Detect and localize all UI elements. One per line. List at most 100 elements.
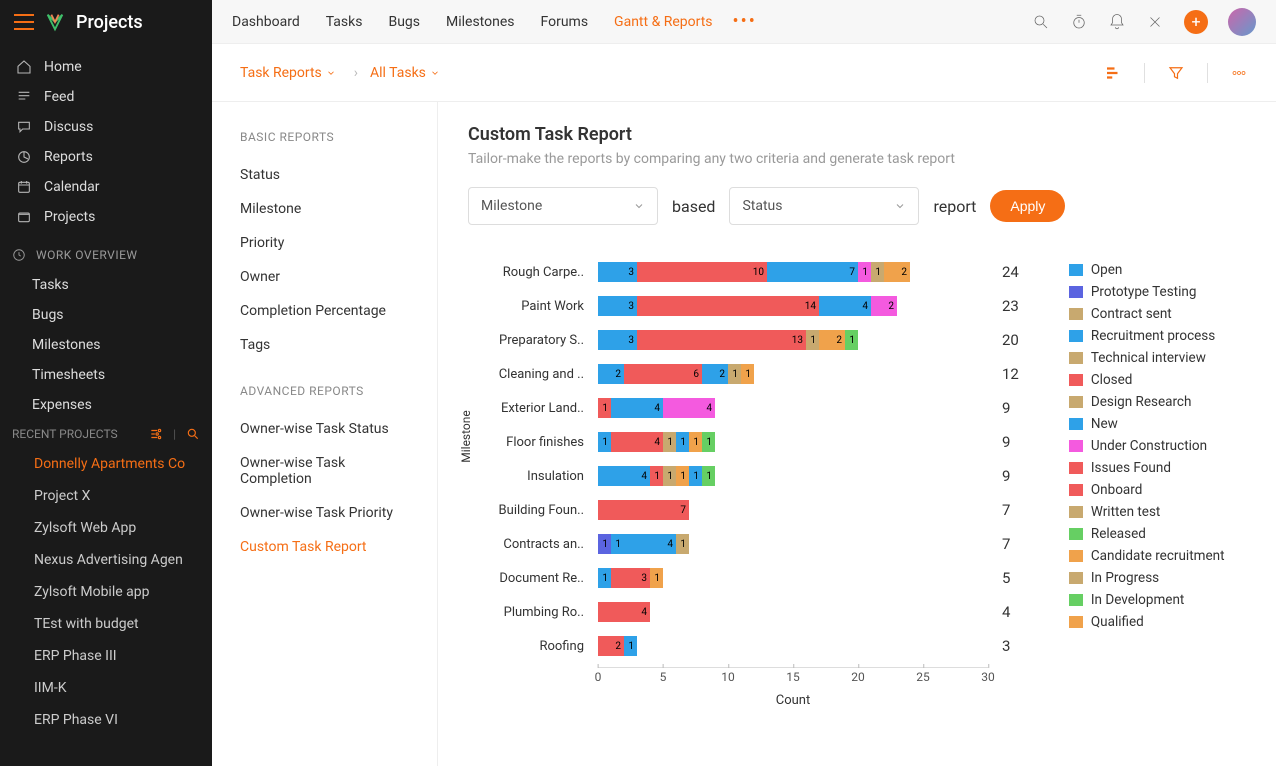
add-button[interactable]: + — [1184, 10, 1208, 34]
report-type-item[interactable]: Milestone — [240, 192, 409, 226]
sidebar-item-home[interactable]: Home — [0, 52, 212, 82]
sidebar-item-projects[interactable]: Projects — [0, 202, 212, 232]
recent-project-item[interactable]: TEst with budget — [0, 608, 212, 640]
chart-segment[interactable]: 1 — [663, 432, 676, 452]
chart-segment[interactable]: 4 — [598, 466, 650, 486]
recent-project-item[interactable]: Donnelly Apartments Co — [0, 448, 212, 480]
chart-segment[interactable]: 1 — [702, 466, 715, 486]
chart-segment[interactable]: 13 — [637, 330, 806, 350]
legend-item[interactable]: Prototype Testing — [1069, 281, 1225, 303]
more-icon[interactable]: ••• — [733, 11, 757, 32]
chart-segment[interactable]: 2 — [598, 364, 624, 384]
legend-item[interactable]: New — [1069, 413, 1225, 435]
breadcrumb-all-tasks[interactable]: All Tasks — [370, 65, 440, 81]
bell-icon[interactable] — [1108, 13, 1126, 31]
hamburger-icon[interactable] — [14, 14, 34, 30]
recent-project-item[interactable]: ERP Phase VI — [0, 704, 212, 736]
chart-segment[interactable]: 1 — [663, 466, 676, 486]
chart-segment[interactable]: 2 — [702, 364, 728, 384]
report-type-item[interactable]: Owner-wise Task Priority — [240, 496, 409, 530]
legend-item[interactable]: Written test — [1069, 501, 1225, 523]
legend-item[interactable]: Qualified — [1069, 611, 1225, 633]
sidebar-item-bugs[interactable]: Bugs — [0, 300, 212, 330]
legend-item[interactable]: In Progress — [1069, 567, 1225, 589]
recent-project-item[interactable]: Zylsoft Web App — [0, 512, 212, 544]
chart-segment[interactable]: 1 — [676, 466, 689, 486]
legend-item[interactable]: Closed — [1069, 369, 1225, 391]
chart-segment[interactable]: 2 — [884, 262, 910, 282]
settings-icon[interactable] — [149, 427, 163, 441]
tab-tasks[interactable]: Tasks — [326, 14, 363, 30]
chart-segment[interactable]: 2 — [598, 636, 624, 656]
legend-item[interactable]: Under Construction — [1069, 435, 1225, 457]
tab-gantt-reports[interactable]: Gantt & Reports — [614, 14, 713, 30]
chart-segment[interactable]: 4 — [819, 296, 871, 316]
legend-item[interactable]: In Development — [1069, 589, 1225, 611]
chart-segment[interactable]: 3 — [598, 262, 637, 282]
chart-segment[interactable]: 1 — [676, 432, 689, 452]
legend-item[interactable]: Design Research — [1069, 391, 1225, 413]
chart-segment[interactable]: 1 — [728, 364, 741, 384]
criteria1-select[interactable]: Milestone — [468, 187, 658, 225]
chart-segment[interactable]: 4 — [663, 398, 715, 418]
chart-segment[interactable]: 4 — [598, 602, 650, 622]
chart-segment[interactable]: 14 — [637, 296, 819, 316]
apply-button[interactable]: Apply — [990, 190, 1065, 222]
recent-project-item[interactable]: IIM-K — [0, 672, 212, 704]
chart-segment[interactable]: 3 — [598, 296, 637, 316]
chart-segment[interactable]: 1 — [598, 432, 611, 452]
legend-item[interactable]: Issues Found — [1069, 457, 1225, 479]
tab-forums[interactable]: Forums — [541, 14, 589, 30]
search-icon[interactable] — [1032, 13, 1050, 31]
chart-segment[interactable]: 7 — [598, 500, 689, 520]
legend-item[interactable]: Technical interview — [1069, 347, 1225, 369]
chart-segment[interactable]: 7 — [767, 262, 858, 282]
avatar[interactable] — [1228, 8, 1256, 36]
recent-project-item[interactable]: Project X — [0, 480, 212, 512]
filter-icon[interactable] — [1167, 64, 1185, 82]
chart-segment[interactable]: 1 — [650, 466, 663, 486]
chart-segment[interactable]: 1 — [598, 534, 611, 554]
chart-segment[interactable]: 1 — [858, 262, 871, 282]
timer-icon[interactable] — [1070, 13, 1088, 31]
chart-segment[interactable]: 1 — [702, 432, 715, 452]
chart-segment[interactable]: 2 — [871, 296, 897, 316]
chart-segment[interactable]: 6 — [624, 364, 702, 384]
more-icon[interactable] — [1230, 64, 1248, 82]
tab-bugs[interactable]: Bugs — [388, 14, 420, 30]
report-type-item[interactable]: Priority — [240, 226, 409, 260]
chart-segment[interactable]: 3 — [611, 568, 650, 588]
sidebar-item-calendar[interactable]: Calendar — [0, 172, 212, 202]
chart-segment[interactable]: 1 — [689, 432, 702, 452]
report-type-item[interactable]: Status — [240, 158, 409, 192]
legend-item[interactable]: Released — [1069, 523, 1225, 545]
chart-segment[interactable]: 1 — [598, 568, 611, 588]
chart-segment[interactable]: 1 — [676, 534, 689, 554]
recent-project-item[interactable]: Zylsoft Mobile app — [0, 576, 212, 608]
report-type-item[interactable]: Tags — [240, 328, 409, 362]
recent-project-item[interactable]: ERP Phase III — [0, 640, 212, 672]
legend-item[interactable]: Recruitment process — [1069, 325, 1225, 347]
tab-milestones[interactable]: Milestones — [446, 14, 515, 30]
report-type-item[interactable]: Completion Percentage — [240, 294, 409, 328]
legend-item[interactable]: Open — [1069, 259, 1225, 281]
tools-icon[interactable] — [1146, 13, 1164, 31]
chart-segment[interactable]: 1 — [611, 534, 624, 554]
legend-item[interactable]: Contract sent — [1069, 303, 1225, 325]
chart-segment[interactable]: 1 — [845, 330, 858, 350]
sidebar-item-feed[interactable]: Feed — [0, 82, 212, 112]
chart-segment[interactable]: 1 — [689, 466, 702, 486]
sidebar-item-discuss[interactable]: Discuss — [0, 112, 212, 142]
chart-segment[interactable]: 1 — [741, 364, 754, 384]
sidebar-item-expenses[interactable]: Expenses — [0, 390, 212, 420]
legend-item[interactable]: Candidate recruitment — [1069, 545, 1225, 567]
bar-chart-icon[interactable] — [1104, 64, 1122, 82]
recent-project-item[interactable]: Nexus Advertising Agen — [0, 544, 212, 576]
sidebar-item-tasks[interactable]: Tasks — [0, 270, 212, 300]
report-type-item[interactable]: Owner-wise Task Completion — [240, 446, 409, 496]
legend-item[interactable]: Onboard — [1069, 479, 1225, 501]
breadcrumb-task-reports[interactable]: Task Reports — [240, 65, 336, 81]
chart-segment[interactable]: 10 — [637, 262, 767, 282]
sidebar-item-milestones[interactable]: Milestones — [0, 330, 212, 360]
chart-segment[interactable]: 1 — [871, 262, 884, 282]
